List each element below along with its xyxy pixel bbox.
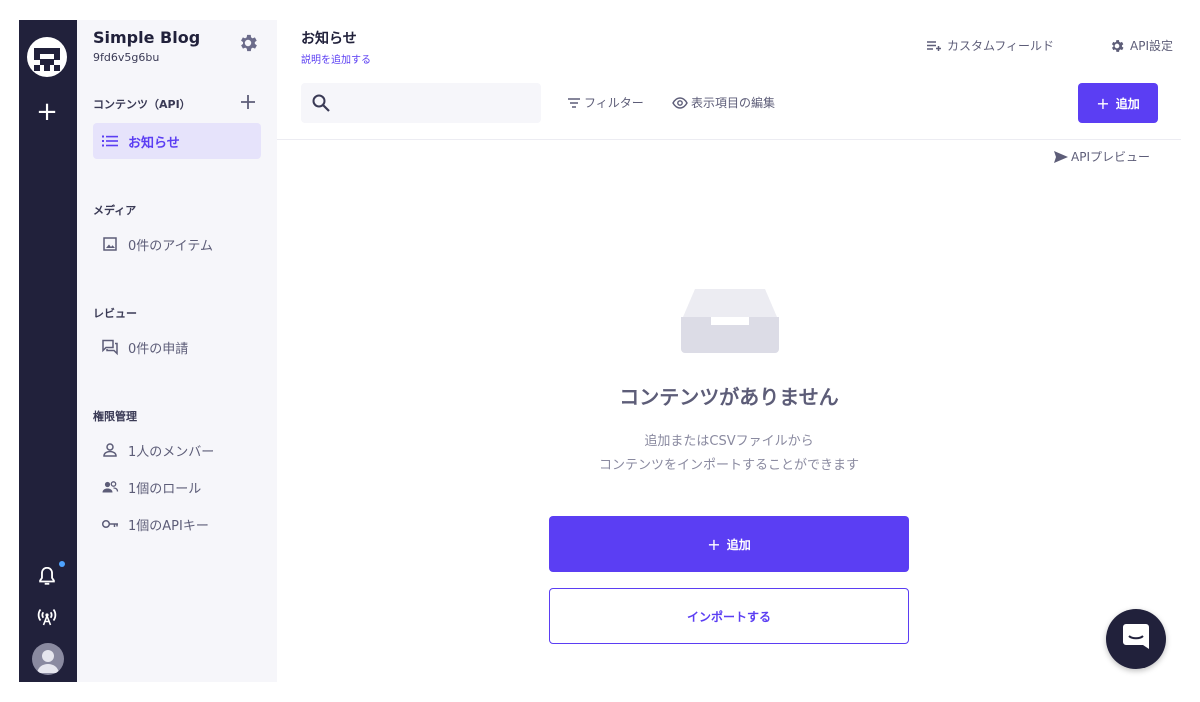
- broadcast-icon[interactable]: [35, 603, 59, 627]
- sidebar-item-label: 0件の申請: [128, 341, 189, 357]
- import-button[interactable]: インポートする: [549, 588, 909, 644]
- edit-columns-button[interactable]: 表示項目の編集: [672, 94, 775, 111]
- plus-icon: +: [1096, 93, 1110, 113]
- service-logo-icon[interactable]: [27, 37, 67, 77]
- chat-support-button[interactable]: [1106, 609, 1166, 669]
- api-settings-button[interactable]: API設定: [1109, 37, 1173, 54]
- playlist-add-icon: [927, 40, 941, 51]
- sidebar-item-review[interactable]: 0件の申請: [93, 329, 261, 365]
- service-rail: +: [19, 20, 77, 682]
- empty-add-button[interactable]: + 追加: [549, 516, 909, 572]
- import-label: インポートする: [686, 609, 771, 624]
- notification-dot: [59, 561, 65, 567]
- send-icon: [1054, 150, 1068, 163]
- sidebar-item-label: 1人のメンバー: [128, 444, 215, 460]
- permission-section-title: 権限管理: [93, 410, 137, 423]
- filter-label: フィルター: [584, 96, 644, 110]
- bell-icon[interactable]: [36, 564, 58, 588]
- contents-section-title: コンテンツ（API）: [93, 98, 191, 111]
- sidebar-item-label: 1個のAPIキー: [128, 518, 209, 534]
- project-id: 9fd6v5g6bu: [93, 51, 160, 64]
- list-icon: [102, 135, 118, 147]
- custom-field-button[interactable]: カスタムフィールド: [926, 37, 1054, 54]
- search-icon: [312, 94, 330, 112]
- media-section-title: メディア: [93, 204, 137, 217]
- main-content: お知らせ 説明を追加する カスタムフィールド API設定 フィルター 表示項目の…: [277, 20, 1181, 682]
- sidebar-item-roles[interactable]: 1個のロール: [93, 469, 261, 505]
- sidebar-item-media[interactable]: 0件のアイテム: [93, 226, 261, 262]
- add-service-icon[interactable]: +: [35, 99, 59, 125]
- add-label: 追加: [1115, 96, 1140, 111]
- empty-inbox-icon: [681, 289, 779, 353]
- key-icon: [101, 519, 118, 529]
- empty-state-description: 追加またはCSVファイルから コンテンツをインポートすることができます: [277, 430, 1181, 478]
- add-content-button[interactable]: + 追加: [1078, 83, 1158, 123]
- eye-icon: [672, 96, 688, 109]
- edit-columns-label: 表示項目の編集: [691, 96, 776, 110]
- chat-bubble-icon: [1123, 624, 1149, 649]
- sidebar-item-label: 0件のアイテム: [128, 238, 213, 254]
- review-section-title: レビュー: [93, 307, 137, 320]
- empty-desc-line-2: コンテンツをインポートすることができます: [598, 458, 859, 473]
- empty-state-title: コンテンツがありません: [619, 385, 839, 409]
- image-icon: [103, 237, 117, 251]
- custom-field-label: カスタムフィールド: [947, 39, 1055, 53]
- sidebar-item-label: 1個のロール: [128, 481, 202, 497]
- api-preview-button[interactable]: APIプレビュー: [1053, 148, 1150, 165]
- api-settings-label: API設定: [1130, 39, 1173, 53]
- header-divider: [277, 139, 1181, 140]
- plus-icon: +: [707, 534, 721, 554]
- sidebar-item-apikeys[interactable]: 1個のAPIキー: [93, 506, 261, 542]
- sidebar-item-oshirase[interactable]: お知らせ: [93, 123, 261, 159]
- empty-desc-line-1: 追加またはCSVファイルから: [644, 434, 814, 449]
- review-chat-icon: [102, 339, 118, 356]
- sidebar-item-members[interactable]: 1人のメンバー: [93, 432, 261, 468]
- sidebar-item-label: お知らせ: [128, 135, 180, 151]
- group-icon: [102, 481, 119, 493]
- gear-icon[interactable]: [237, 32, 259, 54]
- person-icon: [103, 443, 117, 457]
- app-window: + Simple Blog 9fd6v5g6bu コンテンツ（API） お知らせ…: [19, 20, 1181, 682]
- empty-add-label: 追加: [726, 537, 751, 552]
- add-api-icon[interactable]: [239, 93, 257, 111]
- api-preview-label: APIプレビュー: [1071, 150, 1150, 164]
- user-avatar[interactable]: [32, 643, 64, 675]
- add-description-link[interactable]: 説明を追加する: [301, 51, 371, 66]
- gear-icon: [1111, 39, 1124, 52]
- sidebar: Simple Blog 9fd6v5g6bu コンテンツ（API） お知らせ メ…: [77, 20, 277, 682]
- filter-icon: [568, 97, 580, 108]
- page-title: お知らせ: [301, 31, 357, 47]
- project-name: Simple Blog: [93, 28, 201, 47]
- search-input[interactable]: [301, 83, 541, 123]
- filter-button[interactable]: フィルター: [567, 94, 644, 111]
